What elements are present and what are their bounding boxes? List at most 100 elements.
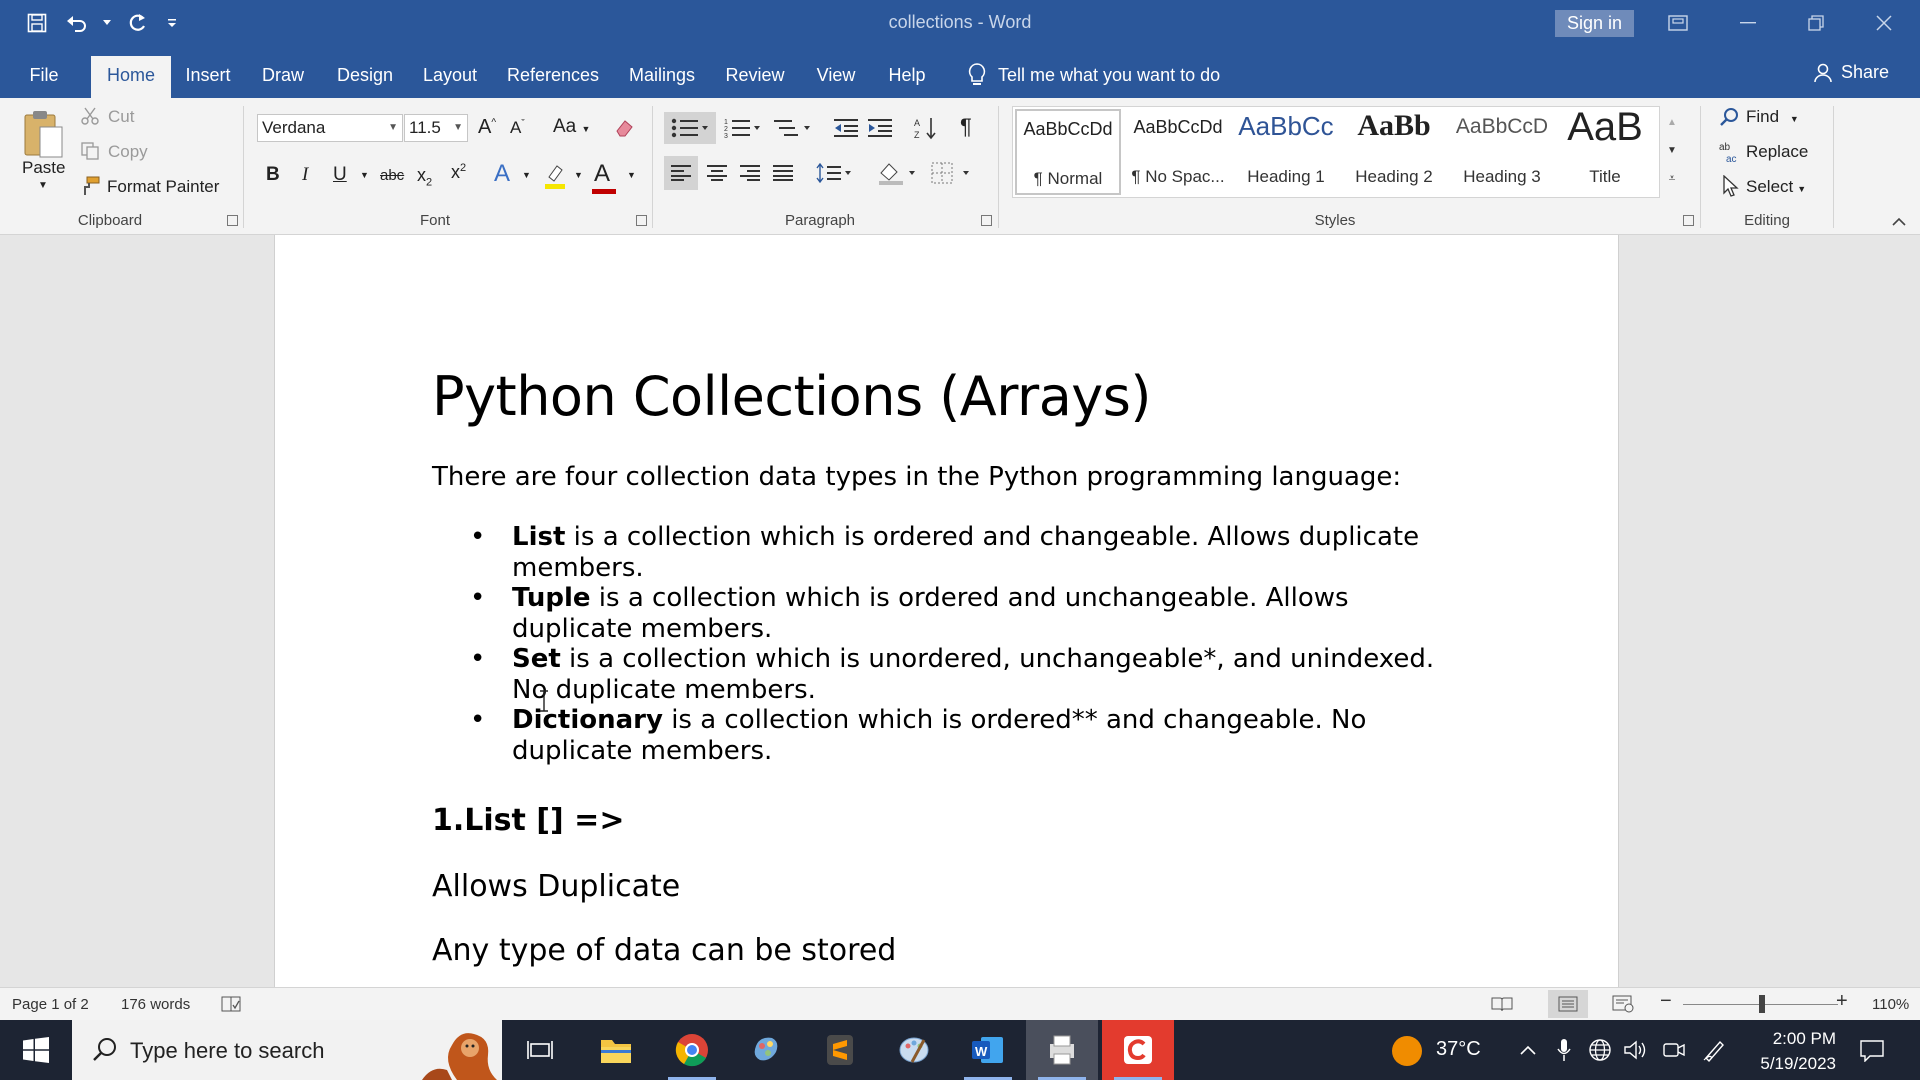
subscript-icon[interactable]: x2 — [417, 165, 432, 189]
sublime-text-icon[interactable] — [804, 1020, 876, 1080]
clipboard-launcher-icon[interactable] — [227, 215, 238, 226]
tray-chevron-up-icon[interactable] — [1516, 1038, 1540, 1062]
font-size-select[interactable]: 11.5 ▼ — [404, 114, 468, 142]
find-icon[interactable] — [1718, 106, 1740, 128]
borders-icon[interactable] — [928, 156, 974, 190]
font-launcher-icon[interactable] — [636, 215, 647, 226]
weather-temperature[interactable]: 37°C — [1436, 1038, 1481, 1061]
minimize-icon[interactable] — [1718, 0, 1778, 46]
font-color-dropdown-icon[interactable]: ▼ — [627, 170, 636, 180]
tab-layout[interactable]: Layout — [414, 56, 486, 98]
file-explorer-icon[interactable] — [580, 1020, 652, 1080]
increase-indent-icon[interactable] — [866, 112, 894, 144]
printer-app-icon[interactable] — [1026, 1020, 1098, 1080]
collapse-ribbon-icon[interactable] — [1888, 212, 1910, 230]
align-right-icon[interactable] — [735, 156, 765, 190]
windows-start-icon[interactable] — [0, 1020, 72, 1080]
style-heading-2[interactable]: AaBb Heading 2 — [1341, 109, 1447, 195]
tab-review[interactable]: Review — [718, 56, 792, 98]
format-painter-icon[interactable] — [80, 176, 100, 196]
clear-formatting-icon[interactable] — [612, 116, 636, 140]
document-page[interactable]: Python Collections (Arrays) There are fo… — [274, 235, 1619, 987]
change-case-button[interactable]: Aa ▼ — [553, 116, 590, 138]
replace-icon[interactable]: ab ac — [1718, 140, 1742, 164]
task-view-icon[interactable] — [504, 1020, 576, 1080]
underline-icon[interactable]: U — [333, 164, 347, 186]
tab-insert[interactable]: Insert — [178, 56, 238, 98]
multilevel-list-icon[interactable] — [772, 112, 816, 144]
close-icon[interactable] — [1854, 0, 1914, 46]
decrease-indent-icon[interactable] — [832, 112, 860, 144]
tab-view[interactable]: View — [806, 56, 866, 98]
redo-icon[interactable] — [122, 8, 152, 38]
bullets-icon[interactable] — [664, 112, 716, 144]
volume-icon[interactable] — [1622, 1036, 1650, 1064]
font-color-icon[interactable]: A — [594, 160, 610, 188]
style-heading-1[interactable]: AaBbCc Heading 1 — [1233, 109, 1339, 195]
word-count[interactable]: 176 words — [121, 996, 190, 1013]
copy-icon[interactable] — [80, 141, 100, 161]
tab-file[interactable]: File — [14, 56, 74, 98]
line-spacing-icon[interactable] — [812, 156, 856, 190]
pen-workspace-icon[interactable] — [1700, 1036, 1728, 1064]
bold-icon[interactable]: B — [266, 164, 280, 186]
customize-qat-icon[interactable] — [162, 8, 182, 38]
tab-home[interactable]: Home — [91, 56, 171, 98]
tell-me-search[interactable]: Tell me what you want to do — [968, 56, 1220, 94]
system-clock[interactable]: 2:00 PM 5/19/2023 — [1740, 1026, 1836, 1076]
tab-design[interactable]: Design — [328, 56, 402, 98]
ribbon-display-options-icon[interactable] — [1648, 0, 1708, 46]
underline-dropdown-icon[interactable]: ▼ — [360, 170, 369, 180]
cut-icon[interactable] — [80, 106, 100, 126]
sort-icon[interactable]: AZ — [912, 112, 940, 144]
paste-button-label[interactable]: Paste — [22, 158, 65, 178]
grow-font-icon[interactable]: A^ — [478, 116, 496, 139]
style-no-spacing[interactable]: AaBbCcDd ¶ No Spac... — [1125, 109, 1231, 195]
numbering-icon[interactable]: 123 — [722, 112, 766, 144]
print-layout-icon[interactable] — [1548, 990, 1588, 1018]
show-formatting-marks-icon[interactable]: ¶ — [960, 114, 972, 140]
styles-launcher-icon[interactable] — [1683, 215, 1694, 226]
styles-scroll-up-icon[interactable]: ▲ — [1662, 108, 1682, 136]
sign-in-button[interactable]: Sign in — [1555, 10, 1634, 37]
tab-help[interactable]: Help — [878, 56, 936, 98]
undo-icon[interactable] — [62, 8, 92, 38]
justify-icon[interactable] — [768, 156, 798, 190]
save-icon[interactable] — [22, 8, 52, 38]
taskbar-search-box[interactable]: Type here to search — [72, 1020, 502, 1080]
style-heading-3[interactable]: AaBbCcD Heading 3 — [1449, 109, 1555, 195]
style-title[interactable]: AaB Title — [1557, 105, 1653, 195]
text-effects-dropdown-icon[interactable]: ▼ — [522, 170, 531, 180]
paragraph-launcher-icon[interactable] — [981, 215, 992, 226]
highlight-dropdown-icon[interactable]: ▼ — [574, 170, 583, 180]
zoom-out-icon[interactable]: − — [1660, 990, 1672, 1013]
share-button[interactable]: Share — [1813, 62, 1889, 83]
weather-sun-icon[interactable] — [1392, 1036, 1422, 1066]
format-painter-button[interactable]: Format Painter — [107, 177, 219, 197]
web-layout-icon[interactable] — [1611, 994, 1635, 1014]
copy-button[interactable]: Copy — [108, 142, 148, 162]
strikethrough-icon[interactable]: abc — [380, 167, 404, 184]
tab-references[interactable]: References — [500, 56, 606, 98]
paint-icon[interactable] — [878, 1020, 950, 1080]
tab-mailings[interactable]: Mailings — [620, 56, 704, 98]
zoom-level[interactable]: 110% — [1872, 996, 1909, 1013]
styles-scroll-down-icon[interactable]: ▼ — [1662, 136, 1682, 164]
align-center-icon[interactable] — [702, 156, 732, 190]
paste-dropdown-icon[interactable]: ▼ — [38, 180, 48, 191]
italic-icon[interactable]: I — [302, 164, 308, 186]
page-count[interactable]: Page 1 of 2 — [12, 996, 89, 1013]
camtasia-icon[interactable] — [1102, 1020, 1174, 1080]
tab-draw[interactable]: Draw — [252, 56, 314, 98]
chrome-icon[interactable] — [656, 1020, 728, 1080]
read-mode-icon[interactable] — [1490, 994, 1514, 1014]
restore-icon[interactable] — [1786, 0, 1846, 46]
network-globe-icon[interactable] — [1586, 1036, 1614, 1064]
shrink-font-icon[interactable]: Aˇ — [510, 118, 525, 138]
cut-button[interactable]: Cut — [108, 107, 134, 127]
select-button[interactable]: Select ▼ — [1746, 177, 1806, 197]
style-normal[interactable]: AaBbCcDd ¶ Normal — [1015, 109, 1121, 195]
superscript-icon[interactable]: x2 — [451, 162, 466, 183]
select-cursor-icon[interactable] — [1720, 175, 1742, 197]
notifications-icon[interactable] — [1856, 1036, 1888, 1066]
